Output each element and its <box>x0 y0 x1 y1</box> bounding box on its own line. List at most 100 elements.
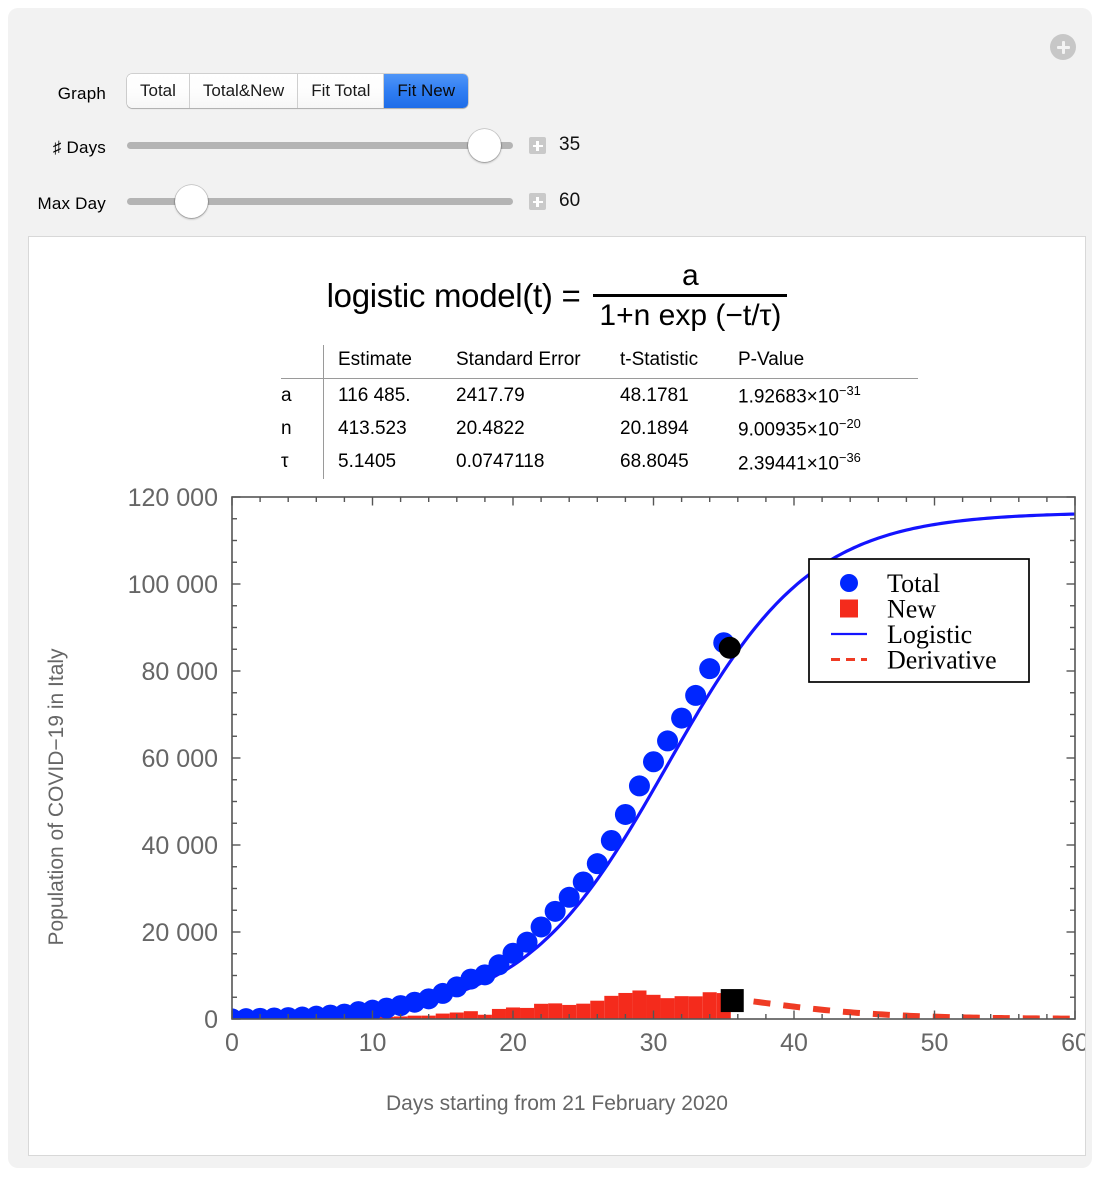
new-bar <box>604 995 619 1019</box>
new-bar <box>632 990 647 1019</box>
stats-cell-value: 116 485. <box>323 378 456 413</box>
stats-cell-parameter: a <box>281 378 324 413</box>
total-point <box>699 658 721 680</box>
derivative-curve <box>723 994 1075 1019</box>
maxday-slider-track[interactable] <box>127 184 513 218</box>
maxday-label: Max Day <box>37 194 106 213</box>
fit-statistics-table: Estimate Standard Error t-Statistic P-Value… <box>281 345 918 479</box>
x-tick-label: 40 <box>780 1029 808 1057</box>
days-slider-knob[interactable] <box>467 128 501 162</box>
new-bar <box>660 998 675 1019</box>
new-bar <box>435 1013 450 1019</box>
total-point <box>600 829 622 851</box>
formula-numerator: a <box>682 259 699 292</box>
days-value: 35 <box>559 134 581 155</box>
days-control-row: ♯ Days 35 <box>8 128 1092 168</box>
stats-table-row: a 116 485. 2417.79 48.1781 1.92683×10−31 <box>281 378 918 413</box>
stats-cell-p-value: 9.00935×10−20 <box>738 416 861 441</box>
series-total <box>232 632 735 1019</box>
y-tick-label: 40 000 <box>142 832 218 860</box>
graph-option-total[interactable]: Total <box>127 74 190 108</box>
total-point <box>628 775 650 797</box>
y-axis-label: Population of COVID−19 in Italy <box>45 648 68 946</box>
new-bar <box>548 1003 563 1019</box>
graph-button-group[interactable]: Total Total&New Fit Total Fit New <box>127 74 469 108</box>
x-axis-label: Days starting from 21 February 2020 <box>386 1092 728 1115</box>
chart-legend: TotalNewLogisticDerivative <box>808 558 1030 683</box>
stats-column-header: P-Value <box>738 349 805 370</box>
days-slider-track[interactable] <box>127 128 513 162</box>
y-tick-label: 120 000 <box>128 487 218 512</box>
total-point <box>643 751 664 773</box>
legend-label: Derivative <box>887 646 997 675</box>
formula-left-hand-side: logistic model(t) = <box>326 276 581 314</box>
stats-cell-value: 48.1781 <box>620 378 738 413</box>
new-bar <box>491 1008 506 1019</box>
graph-option-fit-total[interactable]: Fit Total <box>298 74 385 108</box>
stats-column-header: Estimate <box>323 345 456 379</box>
stats-cell-parameter: τ <box>281 451 289 473</box>
stats-column-header <box>281 345 324 379</box>
stats-cell-parameter: n <box>281 417 292 439</box>
total-point <box>586 853 608 875</box>
x-tick-label: 0 <box>225 1029 239 1057</box>
graph-control-row: Graph Total Total&New Fit Total Fit New <box>8 74 1092 114</box>
stats-cell-value: 68.8045 <box>620 451 689 473</box>
new-bar <box>520 1007 535 1019</box>
output-canvas: logistic model(t) = a 1+n exp (−t/τ) Est… <box>28 236 1086 1156</box>
days-stepper-plus-box-icon[interactable] <box>529 137 546 154</box>
demonstration-app: Graph Total Total&New Fit Total Fit New ♯ D… <box>0 0 1100 1184</box>
total-point <box>614 803 636 825</box>
legend-marker-circle <box>840 574 858 592</box>
stats-cell-p-value: 2.39441×10−36 <box>738 449 861 474</box>
x-tick-label: 10 <box>359 1029 387 1057</box>
formula-fraction: a 1+n exp (−t/τ) <box>593 259 788 333</box>
y-tick-label: 100 000 <box>128 571 218 599</box>
control-panel: Graph Total Total&New Fit Total Fit New ♯ D… <box>8 60 1092 230</box>
demonstration-frame: Graph Total Total&New Fit Total Fit New ♯ D… <box>8 8 1092 1168</box>
stats-column-header: Standard Error <box>456 349 581 370</box>
highlight-total-point <box>718 636 741 659</box>
stats-cell-value: 0.0747118 <box>456 451 545 473</box>
graph-option-fit-new[interactable]: Fit New <box>384 74 469 108</box>
stats-header-row: Estimate Standard Error t-Statistic P-Value <box>281 345 918 379</box>
y-tick-label: 60 000 <box>142 745 218 773</box>
maxday-slider-knob[interactable] <box>174 184 208 218</box>
stats-cell-value: 5.1405 <box>323 445 456 479</box>
highlight-new-point <box>720 989 744 1013</box>
stats-cell-value: 20.4822 <box>456 417 525 439</box>
days-label: ♯ Days <box>52 138 106 157</box>
stats-cell-p-value: 1.92683×10−31 <box>738 378 918 413</box>
maxday-stepper-plus-box-icon[interactable] <box>529 193 546 210</box>
total-point <box>572 871 594 893</box>
graph-label: Graph <box>57 84 106 103</box>
stats-table-row: n 413.523 20.4822 20.1894 9.00935×10−20 <box>281 412 918 446</box>
stats-column-header: t-Statistic <box>620 349 699 370</box>
total-point <box>685 684 707 706</box>
y-tick-label: 20 000 <box>142 919 218 947</box>
legend-marker-square <box>840 599 858 618</box>
total-point <box>671 707 693 729</box>
y-tick-label: 0 <box>204 1006 218 1034</box>
new-bar <box>688 996 703 1019</box>
model-formula: logistic model(t) = a 1+n exp (−t/τ) <box>29 259 1085 333</box>
total-point <box>530 916 552 938</box>
graph-option-total-new[interactable]: Total&New <box>189 74 299 108</box>
new-bar <box>463 1011 478 1019</box>
days-slider[interactable] <box>127 128 513 162</box>
x-tick-label: 50 <box>921 1029 949 1057</box>
stats-cell-value: 413.523 <box>323 412 456 446</box>
x-tick-label: 30 <box>640 1029 668 1057</box>
stats-cell-value: 2417.79 <box>456 378 620 413</box>
x-tick-label: 60 <box>1061 1029 1085 1057</box>
stats-cell-value: 20.1894 <box>620 417 689 439</box>
stats-table-row: τ 5.1405 0.0747118 68.8045 2.39441×10−36 <box>281 445 918 479</box>
maxday-slider[interactable] <box>127 184 513 218</box>
maxday-control-row: Max Day 60 <box>8 184 1092 224</box>
x-tick-label: 20 <box>499 1029 527 1057</box>
total-point <box>657 730 679 752</box>
maxday-value: 60 <box>559 190 581 211</box>
plus-circle-icon[interactable] <box>1050 34 1076 60</box>
new-bar <box>576 1003 591 1019</box>
y-tick-label: 80 000 <box>142 658 218 686</box>
